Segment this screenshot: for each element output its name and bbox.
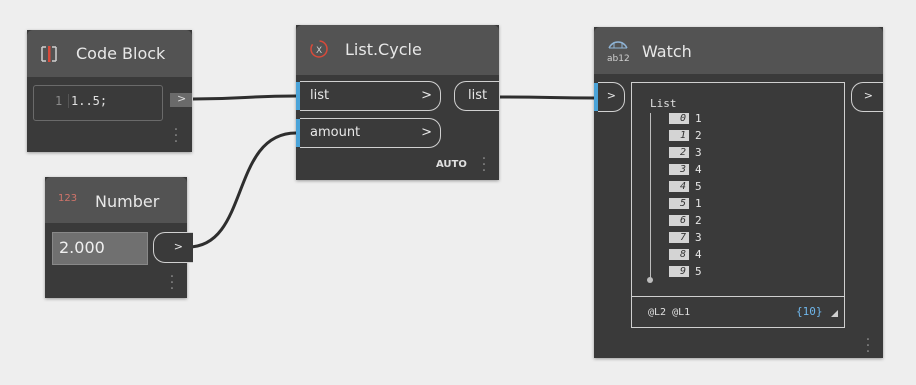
chevron-right-icon: > — [173, 240, 183, 253]
list-output-port[interactable]: list — [454, 81, 499, 111]
watch-list-item: 34 — [669, 163, 749, 177]
watch-icon: ab12 — [606, 38, 630, 64]
watch-list-item: 23 — [669, 146, 749, 160]
watch-item-value: 2 — [695, 214, 702, 227]
resize-corner-icon[interactable] — [831, 310, 838, 317]
code-line-number: 1 — [55, 94, 63, 108]
watch-item-value: 5 — [695, 180, 702, 193]
number-output-port[interactable]: > — [153, 232, 193, 263]
watch-item-index: 1 — [669, 130, 689, 141]
code-block-icon — [40, 45, 58, 63]
list-input-port[interactable]: list > — [300, 81, 441, 111]
chevron-right-icon: > — [177, 92, 187, 105]
watch-item-value: 5 — [695, 265, 702, 278]
watch-list-header: List — [650, 97, 677, 110]
watch-list-item: 62 — [669, 214, 749, 228]
number-value: 2.000 — [59, 238, 105, 257]
watch-title: Watch — [642, 42, 692, 61]
code-block-header[interactable]: Code Block — [27, 30, 192, 77]
watch-list-item: 12 — [669, 129, 749, 143]
watch-header[interactable]: ab12 ab12 Watch — [594, 27, 883, 74]
wire-number-to-amount — [187, 131, 297, 249]
watch-item-value: 3 — [695, 146, 702, 159]
watch-list-item: 51 — [669, 197, 749, 211]
chevron-right-icon: > — [606, 89, 616, 102]
watch-levels[interactable]: @L2 @L1 — [648, 307, 690, 318]
number-header[interactable]: 123 Number — [45, 177, 187, 223]
code-text[interactable]: 1..5; — [68, 94, 107, 108]
watch-item-index: 8 — [669, 249, 689, 260]
watch-item-value: 4 — [695, 163, 702, 176]
watch-item-value: 2 — [695, 129, 702, 142]
watch-item-index: 0 — [669, 113, 689, 124]
watch-item-value: 1 — [695, 197, 702, 210]
code-editor[interactable]: 1 1..5; — [33, 85, 163, 121]
watch-item-value: 3 — [695, 231, 702, 244]
watch-item-value: 1 — [695, 112, 702, 125]
watch-list-item: 95 — [669, 265, 749, 279]
watch-item-index: 7 — [669, 232, 689, 243]
chevron-right-icon: > — [863, 89, 873, 102]
list-cycle-title: List.Cycle — [345, 40, 422, 59]
code-block-title: Code Block — [76, 44, 166, 63]
watch-count: {10} — [796, 305, 823, 318]
watch-output-port[interactable]: > — [851, 82, 883, 112]
amount-input-label: amount — [310, 125, 361, 140]
watch-item-index: 9 — [669, 266, 689, 277]
list-input-label: list — [310, 88, 330, 103]
number-node[interactable]: 123 Number 2.000 > · · · — [45, 177, 193, 298]
chevron-right-icon: > — [421, 125, 432, 140]
watch-item-index: 4 — [669, 181, 689, 192]
watch-item-index: 6 — [669, 215, 689, 226]
lacing-label[interactable]: AUTO — [436, 159, 467, 170]
list-cycle-node[interactable]: X List.Cycle list > amount > list AUTO ·… — [296, 25, 499, 180]
watch-footer-divider — [632, 296, 844, 297]
number-menu-dots[interactable]: · · · — [169, 270, 175, 296]
watch-tree-line — [650, 113, 651, 279]
list-cycle-icon: X — [308, 38, 330, 60]
watch-menu-dots[interactable]: · · · — [865, 333, 871, 359]
number-icon: 123 — [58, 193, 78, 204]
svg-text:X: X — [316, 46, 322, 56]
code-block-menu-dots[interactable]: · · · — [173, 123, 179, 149]
watch-item-index: 5 — [669, 198, 689, 209]
watch-item-index: 3 — [669, 164, 689, 175]
watch-tree-end — [647, 277, 653, 283]
watch-preview-panel[interactable]: List 01122334455162738495 @L2 @L1 {10} — [631, 82, 845, 328]
chevron-right-icon: > — [421, 88, 432, 103]
number-title: Number — [95, 192, 160, 211]
code-block-output-port[interactable]: > — [170, 92, 192, 107]
wire-listcycle-to-watch — [499, 95, 597, 100]
amount-input-port[interactable]: amount > — [300, 118, 441, 148]
list-cycle-header[interactable]: X List.Cycle — [296, 25, 499, 75]
svg-text:ab12: ab12 — [607, 54, 630, 64]
number-value-field[interactable]: 2.000 — [52, 232, 148, 265]
watch-item-value: 4 — [695, 248, 702, 261]
watch-item-index: 2 — [669, 147, 689, 158]
watch-list-item: 84 — [669, 248, 749, 262]
watch-list-item: 45 — [669, 180, 749, 194]
list-cycle-menu-dots[interactable]: · · · — [481, 152, 487, 178]
watch-input-port[interactable]: > — [598, 82, 625, 112]
list-output-label: list — [468, 88, 488, 103]
watch-node[interactable]: ab12 ab12 Watch > > List 011223344551627… — [594, 27, 883, 359]
watch-list-item: 73 — [669, 231, 749, 245]
wire-codeblock-to-listcycle — [192, 94, 297, 101]
code-block-node[interactable]: Code Block 1 1..5; > · · · — [27, 30, 192, 152]
watch-list-item: 01 — [669, 112, 749, 126]
